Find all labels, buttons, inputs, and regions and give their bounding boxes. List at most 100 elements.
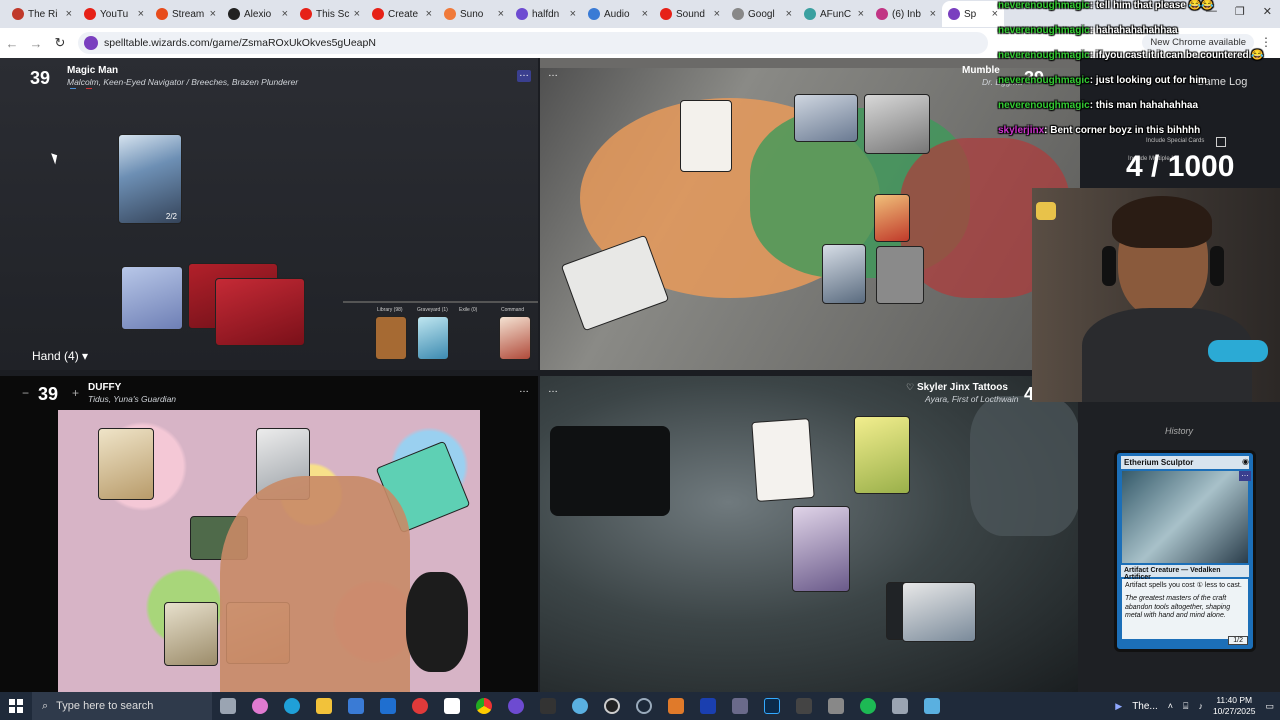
tab-favicon-icon: [948, 8, 960, 20]
browser-tab[interactable]: Suno ×: [438, 1, 510, 27]
table-card: [864, 94, 930, 154]
spelltable-app: 39 Magic Man Malcolm, Keen-Eyed Navigato…: [0, 58, 1280, 692]
tab-close-icon[interactable]: ×: [354, 8, 360, 20]
chat-message: skylerjinx: Bent corner boyz in this bih…: [998, 125, 1200, 136]
notifications-icon[interactable]: ▭: [1265, 701, 1274, 712]
app2-icon[interactable]: [724, 692, 756, 720]
player-menu-icon[interactable]: …: [517, 69, 531, 82]
hand-toggle-button[interactable]: Hand (4) ▾: [32, 349, 88, 363]
browser-tab[interactable]: Create ×: [366, 1, 438, 27]
browser-tab-active[interactable]: Sp ×: [942, 1, 1004, 27]
tab-title: Audio: [604, 8, 630, 20]
tab-close-icon[interactable]: ×: [282, 8, 288, 20]
photoshop-icon[interactable]: [756, 692, 788, 720]
windows-start-icon[interactable]: [0, 692, 32, 720]
library-pile[interactable]: [375, 316, 407, 360]
copilot-icon[interactable]: [244, 692, 276, 720]
player-menu-icon[interactable]: …: [517, 385, 531, 398]
tab-close-icon[interactable]: ×: [426, 8, 432, 20]
app5-icon[interactable]: [884, 692, 916, 720]
tab-close-icon[interactable]: ×: [138, 8, 144, 20]
media-icon[interactable]: ▶: [1115, 701, 1122, 712]
url-text: spelltable.wizards.com/game/ZsmaROxUkOkv…: [104, 37, 376, 49]
forward-icon[interactable]: →: [24, 36, 48, 51]
battlefield-card[interactable]: 2/2: [118, 134, 182, 224]
zone-command-label: Command: [501, 307, 525, 313]
reload-icon[interactable]: ↻: [48, 35, 72, 51]
card-type: Artifact Creature — Vedalken Artificer: [1121, 565, 1249, 581]
graveyard-pile[interactable]: [417, 316, 449, 360]
chrome-icon[interactable]: [468, 692, 500, 720]
table-card: [794, 94, 858, 142]
browser-tab[interactable]: Alexio ×: [222, 1, 294, 27]
tray-chevron-icon[interactable]: ˄: [1168, 701, 1173, 711]
browser-tab[interactable]: Googl ×: [726, 1, 798, 27]
life-plus-button[interactable]: +: [72, 386, 79, 400]
browser-tab[interactable]: Sound ×: [654, 1, 726, 27]
vegas-icon[interactable]: [692, 692, 724, 720]
browser-tab[interactable]: Audio ×: [582, 1, 654, 27]
player-hand-in-view: [220, 476, 410, 692]
browser-tab[interactable]: This Sc ×: [294, 1, 366, 27]
card-name: Etherium Sculptor: [1121, 456, 1249, 469]
app6-icon[interactable]: [916, 692, 948, 720]
life-total[interactable]: 39: [30, 68, 50, 89]
chat-username: neverenoughmagic: [998, 50, 1090, 61]
tab-favicon-icon: [444, 8, 456, 20]
browser-tab[interactable]: The Ri ×: [6, 1, 78, 27]
card-power-toughness: 1/2: [1228, 636, 1248, 645]
tab-close-icon[interactable]: ×: [498, 8, 504, 20]
browser-tab[interactable]: halfdn ×: [510, 1, 582, 27]
spotify-icon[interactable]: [852, 692, 884, 720]
app4-icon[interactable]: [820, 692, 852, 720]
epic-games-icon[interactable]: [532, 692, 564, 720]
url-bar[interactable]: spelltable.wizards.com/game/ZsmaROxUkOkv…: [78, 32, 988, 54]
network-icon[interactable]: ⌸: [1183, 701, 1188, 712]
life-minus-button[interactable]: −: [22, 386, 29, 400]
tab-close-icon[interactable]: ×: [210, 8, 216, 20]
back-icon[interactable]: ←: [0, 36, 24, 51]
hand-card[interactable]: [215, 278, 305, 346]
steam-icon[interactable]: [628, 692, 660, 720]
hand-card[interactable]: [121, 266, 183, 330]
obs-icon[interactable]: [596, 692, 628, 720]
tab-favicon-icon: [804, 8, 816, 20]
history-card[interactable]: Etherium Sculptor ◉ Artifact Creature — …: [1114, 450, 1256, 652]
store-icon[interactable]: [340, 692, 372, 720]
tab-close-icon[interactable]: ×: [930, 8, 936, 20]
deck-box: [550, 426, 670, 516]
opera-icon[interactable]: [404, 692, 436, 720]
edge-icon[interactable]: [276, 692, 308, 720]
tab-close-icon[interactable]: ×: [858, 8, 864, 20]
file-explorer-icon[interactable]: [308, 692, 340, 720]
browser-tab[interactable]: Stream ×: [150, 1, 222, 27]
browser-tab[interactable]: (6) Inb ×: [870, 1, 942, 27]
tab-favicon-icon: [588, 8, 600, 20]
chrome-profile-icon[interactable]: [500, 692, 532, 720]
app-icon[interactable]: [660, 692, 692, 720]
mana-cost-icon: ◉: [1242, 457, 1249, 466]
tab-close-icon[interactable]: ×: [66, 8, 72, 20]
outlook-icon[interactable]: [372, 692, 404, 720]
tab-close-icon[interactable]: ×: [786, 8, 792, 20]
browser-tab[interactable]: AFunC ×: [798, 1, 870, 27]
browser-tab[interactable]: YouTu ×: [78, 1, 150, 27]
card-menu-icon[interactable]: …: [1239, 470, 1251, 481]
tab-close-icon[interactable]: ×: [570, 8, 576, 20]
taskbar-search-box[interactable]: ⌕ Type here to search: [32, 692, 212, 720]
life-total[interactable]: 39: [38, 384, 58, 405]
tab-close-icon[interactable]: ×: [642, 8, 648, 20]
media-title[interactable]: The...: [1132, 701, 1158, 712]
volume-icon[interactable]: ♪: [1198, 701, 1203, 711]
tab-close-icon[interactable]: ×: [714, 8, 720, 20]
table-card: [876, 246, 924, 304]
commander-card[interactable]: [499, 316, 531, 360]
task-view-icon[interactable]: [212, 692, 244, 720]
player-menu-icon[interactable]: …: [546, 385, 560, 398]
roblox-icon[interactable]: [436, 692, 468, 720]
player-menu-icon[interactable]: …: [546, 69, 560, 82]
browser-icon[interactable]: [564, 692, 596, 720]
app3-icon[interactable]: [788, 692, 820, 720]
clock[interactable]: 11:40 PM 10/27/2025: [1213, 695, 1256, 717]
history-title: History: [1164, 426, 1193, 436]
